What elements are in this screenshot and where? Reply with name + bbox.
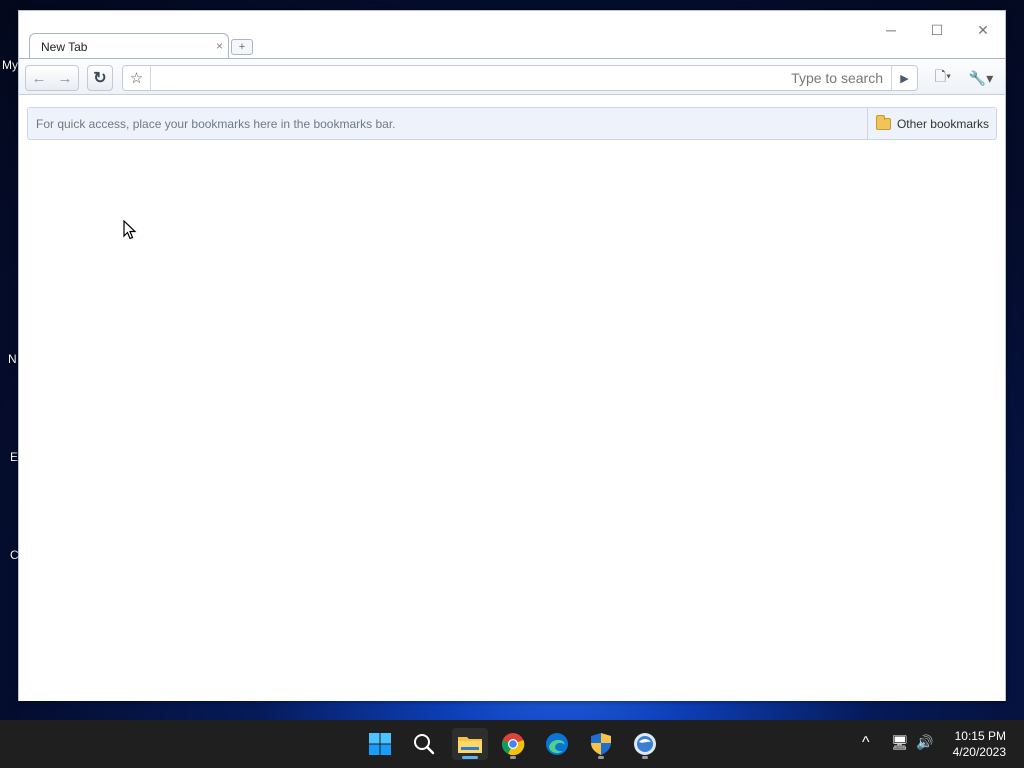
network-icon[interactable]: 🖥: [891, 734, 909, 751]
browser-window: ─ ☐ ✕ New Tab × + ← → ↻ ☆ Type to search…: [18, 10, 1006, 701]
toolbar: ← → ↻ ☆ Type to search ▶ 🗋▾ 🔧▾: [19, 58, 1005, 95]
wrench-menu-button[interactable]: 🔧▾: [964, 65, 998, 91]
bookmarks-bar: For quick access, place your bookmarks h…: [27, 107, 997, 140]
omnibox[interactable]: ☆ Type to search ▶: [122, 65, 918, 91]
clock-time: 10:15 PM: [954, 729, 1006, 743]
address-input[interactable]: [155, 69, 775, 87]
page-content[interactable]: [19, 141, 1005, 701]
running-indicator: [598, 756, 604, 759]
search-icon: [414, 734, 435, 755]
taskbar-chrome[interactable]: [497, 728, 529, 760]
tab-title: New Tab: [41, 39, 88, 54]
volume-icon[interactable]: 🔊: [916, 734, 933, 751]
bookmark-star-icon[interactable]: ☆: [123, 66, 151, 90]
taskbar-app[interactable]: [629, 728, 661, 760]
chrome-icon: [501, 733, 525, 756]
maximize-button[interactable]: ☐: [917, 17, 957, 43]
edge-icon: [546, 733, 568, 755]
forward-button[interactable]: →: [52, 66, 78, 90]
active-indicator: [462, 756, 478, 759]
clock-date: 4/20/2023: [952, 745, 1006, 759]
new-tab-button[interactable]: +: [231, 39, 253, 55]
tab-new-tab[interactable]: New Tab ×: [29, 33, 229, 59]
running-indicator: [510, 756, 516, 759]
taskbar-search-button[interactable]: [408, 728, 440, 760]
start-button[interactable]: [364, 728, 396, 760]
page-menu-button[interactable]: 🗋▾: [927, 65, 959, 91]
reload-icon: ↻: [93, 70, 107, 87]
search-hint: Type to search: [791, 70, 883, 86]
other-bookmarks-button[interactable]: Other bookmarks: [866, 108, 996, 139]
nav-button-group: ← →: [25, 65, 79, 91]
reload-button[interactable]: ↻: [87, 65, 113, 91]
clock[interactable]: 10:15 PM 4/20/2023: [953, 728, 1006, 760]
taskbar-file-explorer[interactable]: [452, 728, 488, 760]
tray-chevron-icon[interactable]: ^: [862, 734, 870, 752]
mouse-cursor-icon: [123, 220, 137, 240]
back-button[interactable]: ←: [26, 66, 52, 90]
go-button[interactable]: ▶: [891, 66, 917, 90]
close-button[interactable]: ✕: [963, 17, 1003, 43]
taskbar-security[interactable]: [585, 728, 617, 760]
other-bookmarks-label: Other bookmarks: [896, 116, 989, 131]
folder-icon: [458, 737, 482, 753]
minimize-button[interactable]: ─: [871, 17, 911, 43]
taskbar-edge[interactable]: [541, 728, 573, 760]
shield-icon: [591, 733, 611, 755]
taskbar: ^ 🖥 🔊 10:15 PM 4/20/2023: [0, 720, 1024, 768]
windows-logo-icon: [369, 733, 391, 755]
globe-icon: [634, 733, 656, 755]
title-bar: ─ ☐ ✕ New Tab × +: [19, 11, 1005, 59]
bookmarks-hint: For quick access, place your bookmarks h…: [36, 117, 396, 131]
running-indicator: [642, 756, 648, 759]
tab-close-icon[interactable]: ×: [216, 39, 223, 53]
folder-icon: [875, 114, 891, 130]
